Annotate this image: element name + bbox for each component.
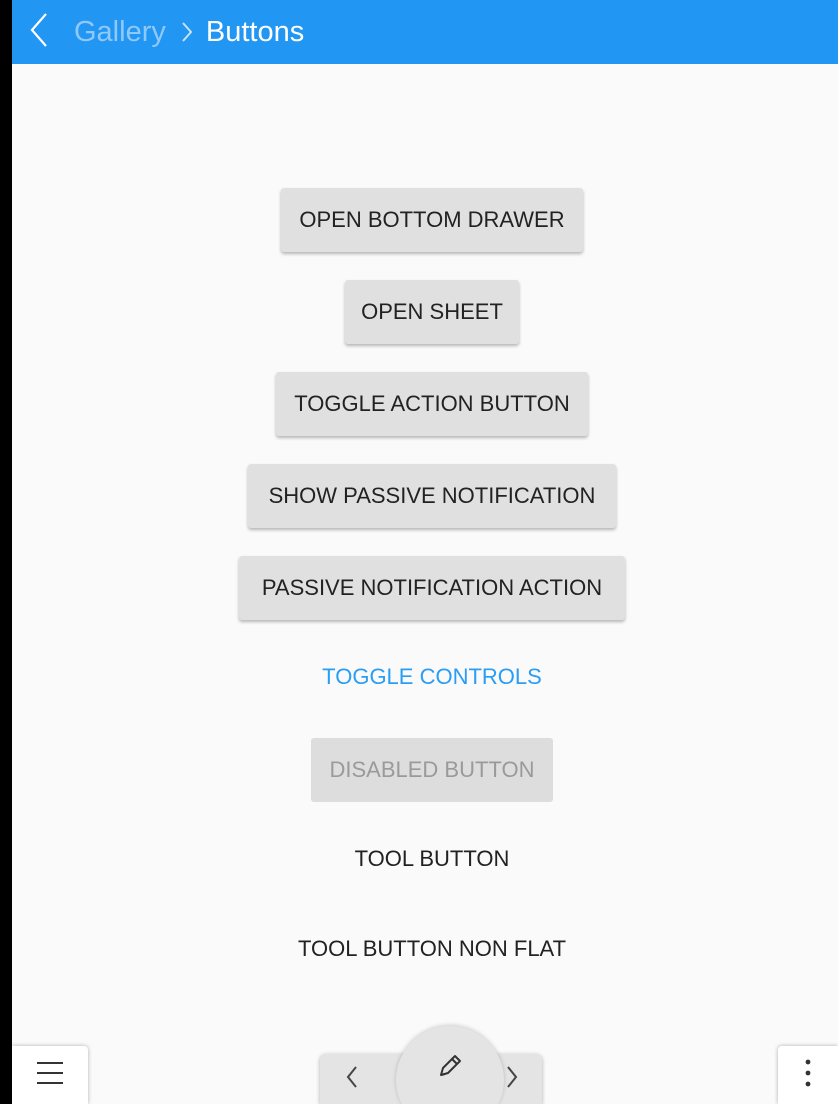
back-button[interactable] <box>12 0 64 64</box>
open-bottom-drawer-button[interactable]: OPEN BOTTOM DRAWER <box>281 188 583 252</box>
vertical-ellipsis-icon <box>804 1058 812 1093</box>
buttons-page: OPEN BOTTOM DRAWER OPEN SHEET TOGGLE ACT… <box>12 64 838 1104</box>
left-action-button[interactable] <box>328 1056 376 1102</box>
chevron-right-icon <box>180 20 194 44</box>
toggle-action-button[interactable]: TOGGLE ACTION BUTTON <box>276 372 588 436</box>
breadcrumb-gallery[interactable]: Gallery <box>74 16 166 49</box>
show-passive-notification-button[interactable]: SHOW PASSIVE NOTIFICATION <box>248 464 616 528</box>
passive-notification-action-button[interactable]: PASSIVE NOTIFICATION ACTION <box>239 556 625 620</box>
disabled-button: DISABLED BUTTON <box>311 738 553 802</box>
chevron-right-icon <box>504 1064 520 1095</box>
page-header: Gallery Buttons <box>12 0 838 64</box>
open-sheet-button[interactable]: OPEN SHEET <box>345 280 519 344</box>
toggle-controls-button[interactable]: TOGGLE CONTROLS <box>302 648 562 706</box>
hamburger-menu-icon <box>35 1060 65 1091</box>
pencil-icon <box>436 1052 464 1085</box>
context-drawer-handle-button[interactable] <box>778 1046 838 1104</box>
tool-button-non-flat[interactable]: TOOL BUTTON NON FLAT <box>277 920 587 978</box>
right-action-button[interactable] <box>488 1056 536 1102</box>
app-window: Gallery Buttons OPEN BOTTOM DRAWER OPEN … <box>12 0 838 1104</box>
chevron-left-icon <box>26 10 50 55</box>
tool-button[interactable]: TOOL BUTTON <box>332 830 532 888</box>
page-title: Buttons <box>205 15 305 48</box>
drawer-handle-button[interactable] <box>12 1046 88 1104</box>
chevron-left-icon <box>344 1064 360 1095</box>
main-action-button[interactable] <box>416 1038 484 1098</box>
